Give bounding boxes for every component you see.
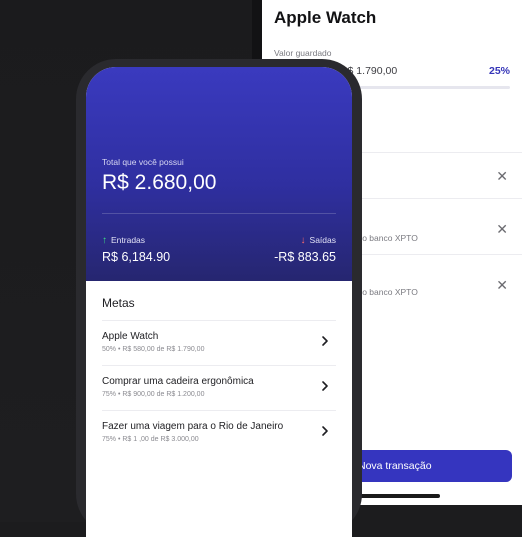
- arrow-down-icon: ↓: [300, 235, 306, 246]
- expense-label-group: ↓ Saídas: [301, 235, 336, 246]
- divider: [102, 410, 336, 411]
- total-label: Total que você possui: [102, 157, 184, 167]
- income-label: Entradas: [111, 235, 146, 245]
- new-transaction-label: Nova transação: [358, 460, 432, 472]
- goal-detail-title: Apple Watch: [274, 8, 377, 27]
- goal-item[interactable]: Apple Watch 50% • R$ 580,00 de R$ 1.790,…: [102, 331, 336, 375]
- divider: [102, 213, 336, 214]
- expense-value: -R$ 883.65: [274, 250, 336, 264]
- chevron-right-icon: [322, 336, 328, 346]
- goal-detail: 75% • R$ 1 ,00 de R$ 3.000,00: [102, 436, 199, 443]
- close-icon[interactable]: ✕: [496, 277, 508, 294]
- divider: [102, 320, 336, 321]
- goal-detail: 50% • R$ 580,00 de R$ 1.790,00: [102, 346, 205, 353]
- goal-name: Apple Watch: [102, 331, 159, 342]
- goal-item[interactable]: Comprar uma cadeira ergonômica 75% • R$ …: [102, 376, 336, 420]
- goal-name: Comprar uma cadeira ergonômica: [102, 376, 254, 387]
- total-value: R$ 2.680,00: [102, 171, 217, 194]
- saved-percent: 25%: [488, 65, 510, 77]
- arrow-up-icon: ↑: [102, 235, 107, 246]
- income-value: R$ 6,184.90: [102, 250, 171, 264]
- close-icon[interactable]: ✕: [496, 168, 508, 185]
- divider: [102, 365, 336, 366]
- goal-name: Fazer uma viagem para o Rio de Janeiro: [102, 421, 284, 432]
- goal-detail: 75% • R$ 900,00 de R$ 1.200,00: [102, 391, 205, 398]
- chevron-right-icon: [322, 381, 328, 391]
- expense-label: Saídas: [309, 235, 336, 245]
- dashboard-screen: Total que você possui R$ 2.680,00 ↑ Entra…: [86, 67, 352, 537]
- income-label-group: ↑ Entradas: [102, 235, 145, 246]
- goals-title: Metas: [102, 296, 135, 310]
- goal-item[interactable]: Fazer uma viagem para o Rio de Janeiro 7…: [102, 421, 336, 465]
- balance-card: Total que você possui R$ 2.680,00 ↑ Entra…: [86, 67, 352, 281]
- home-indicator: [358, 494, 440, 498]
- saved-label: Valor guardado: [274, 48, 332, 58]
- close-icon[interactable]: ✕: [496, 221, 508, 238]
- chevron-right-icon: [322, 426, 328, 436]
